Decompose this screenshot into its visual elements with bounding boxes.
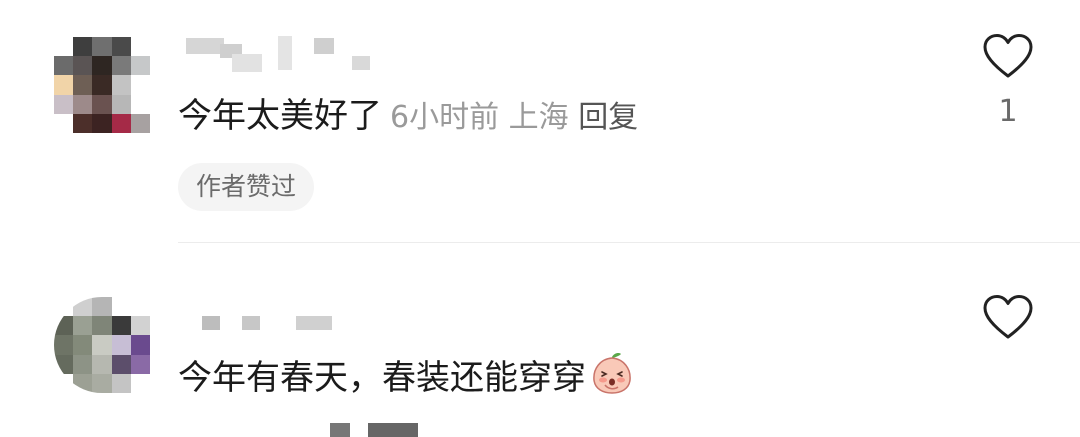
comment-item: 今年有春天，春装还能穿穿: [0, 243, 1080, 437]
avatar[interactable]: [54, 37, 150, 133]
peach-face-emoji: [593, 353, 631, 394]
next-comment-blurred: [330, 423, 430, 437]
comment-text: 今年太美好了: [178, 96, 382, 136]
comment-location: 上海: [508, 100, 569, 135]
username-blurred[interactable]: [180, 314, 340, 350]
comment-time: 6小时前: [390, 100, 500, 135]
author-liked-badge: 作者赞过: [178, 163, 315, 211]
avatar[interactable]: [54, 297, 150, 393]
heart-outline-icon[interactable]: [982, 294, 1034, 340]
comment-item: 今年太美好了 6小时前 上海 回复 1 作者赞过: [0, 0, 1080, 242]
heart-outline-icon[interactable]: [982, 33, 1034, 79]
like-count: 1: [998, 94, 1018, 129]
comment-body: 今年有春天，春装还能穿穿: [178, 351, 634, 400]
username-blurred[interactable]: [180, 36, 380, 72]
comment-body: 今年太美好了 6小时前 上海 回复: [178, 94, 638, 140]
comment-text: 今年有春天，春装还能穿穿: [178, 358, 586, 398]
reply-button[interactable]: 回复: [578, 100, 638, 135]
